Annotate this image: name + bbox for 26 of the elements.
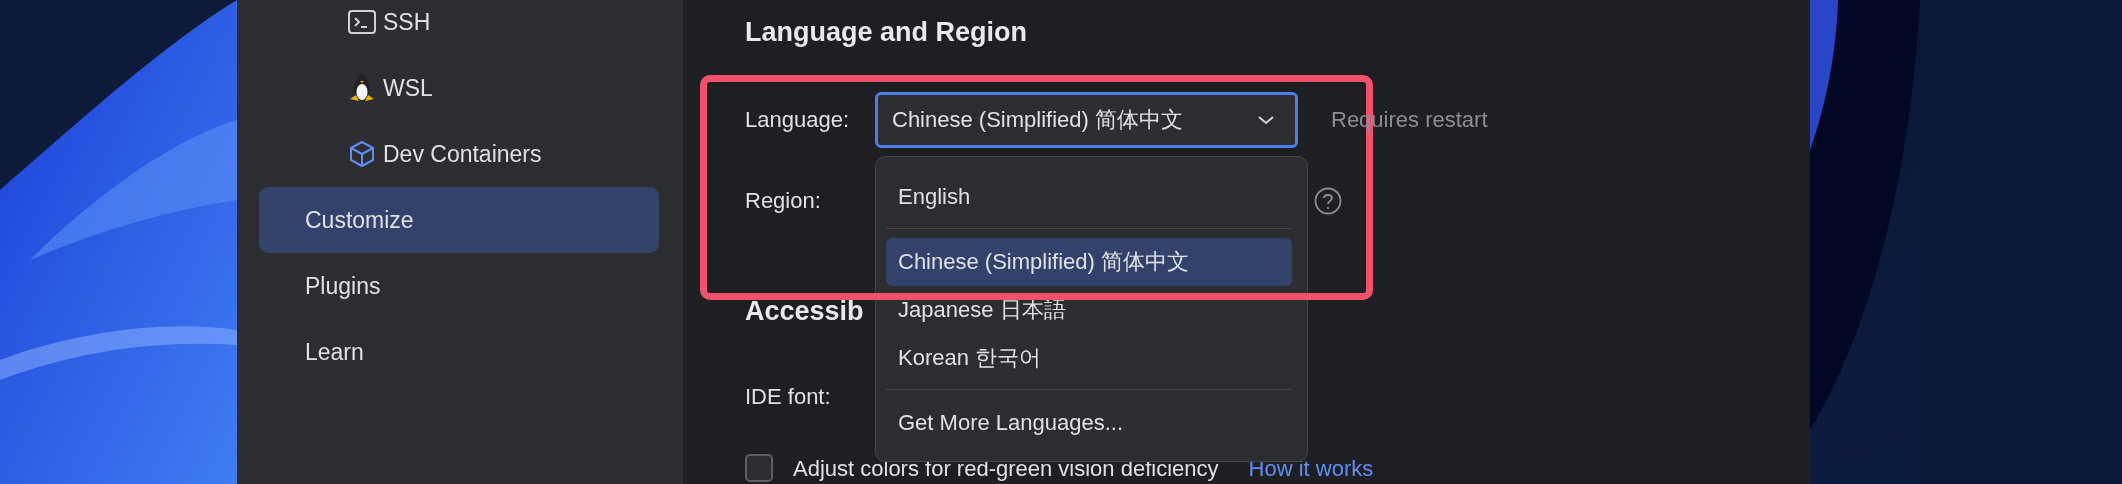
chevron-down-icon (1257, 114, 1275, 126)
sidebar-item[interactable]: Dev Containers (237, 121, 683, 187)
field-label: IDE font: (745, 384, 832, 410)
sidebar-item-label: SSH (383, 8, 431, 36)
sidebar-item[interactable]: Plugins (259, 253, 659, 319)
cube-icon (348, 140, 376, 168)
section-heading: Language and Region (745, 16, 1027, 49)
terminal-icon (348, 10, 376, 34)
field-label: Region: (745, 188, 822, 214)
sidebar-item[interactable]: Customize (259, 187, 659, 253)
menu-item[interactable]: Chinese (Simplified) 简体中文 (886, 238, 1292, 286)
field-label: Language: (745, 107, 850, 133)
penguin-icon (348, 73, 376, 103)
sidebar-item-label: WSL (383, 74, 433, 102)
sidebar-item-label: Dev Containers (383, 140, 542, 168)
help-icon[interactable] (1314, 187, 1342, 215)
checkbox[interactable] (745, 454, 773, 482)
sidebar-item[interactable]: SSH (237, 0, 683, 55)
section-heading: Accessib (745, 295, 864, 328)
menu-item[interactable]: Korean 한국어 (886, 334, 1292, 382)
menu-item[interactable]: Get More Languages... (886, 399, 1292, 447)
menu-item[interactable]: Japanese 日本語 (886, 286, 1292, 334)
menu-item[interactable]: English (886, 173, 1292, 221)
language-dropdown[interactable]: Chinese (Simplified) 简体中文 (875, 92, 1298, 148)
sidebar-item[interactable]: Learn (259, 319, 659, 385)
sidebar-item[interactable]: WSL (237, 55, 683, 121)
